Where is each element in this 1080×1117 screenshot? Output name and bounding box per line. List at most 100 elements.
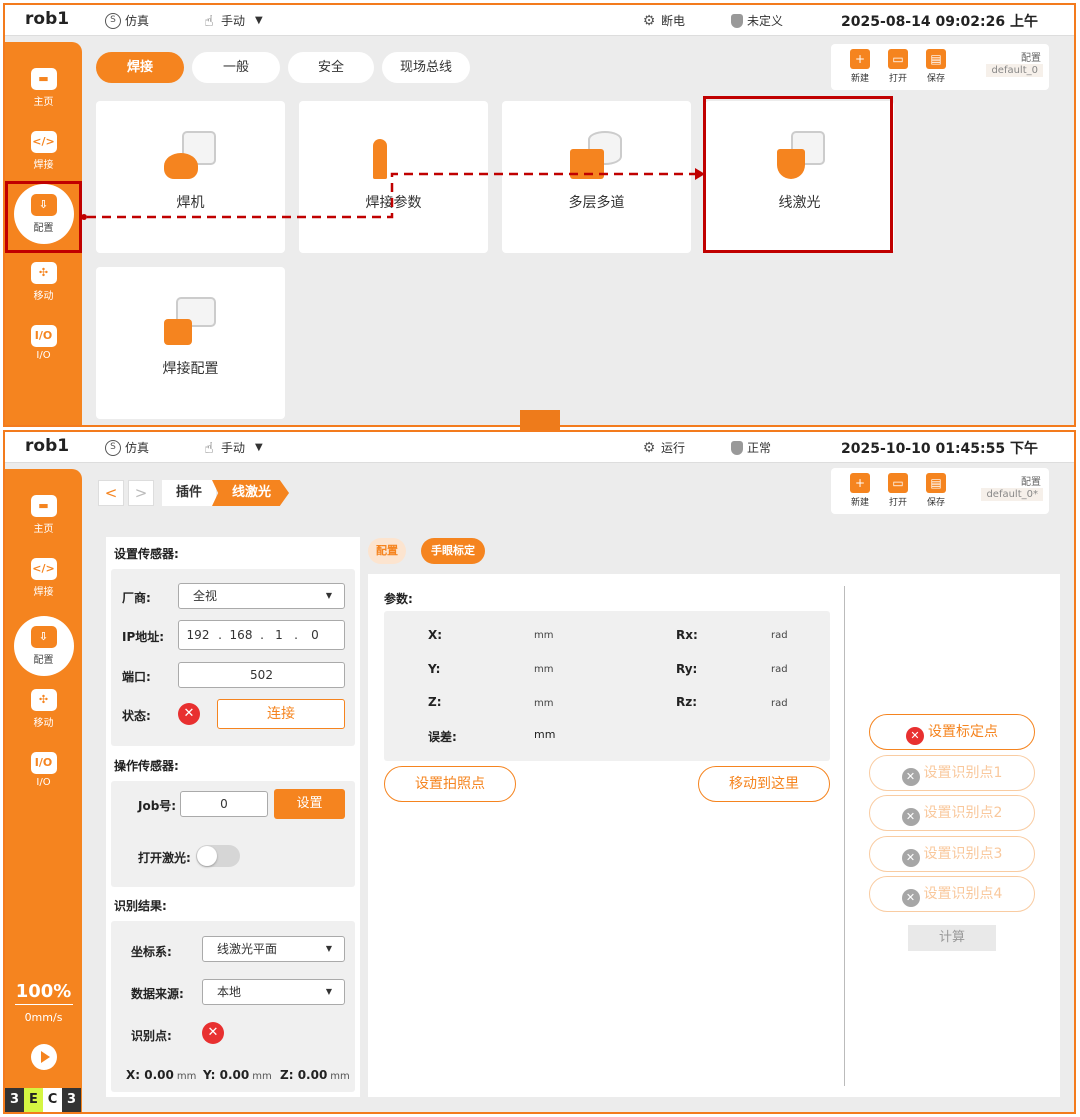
nav-label: 移动	[33, 718, 54, 729]
param-z-unit: mm	[534, 698, 554, 709]
nav-welding[interactable]: </> 焊接	[5, 129, 82, 189]
folder-icon: ▭	[888, 473, 908, 493]
run-label: 运行	[661, 441, 686, 455]
param-ry-unit: rad	[771, 664, 788, 675]
chevron-down-icon: ▼	[255, 442, 263, 453]
vendor-select[interactable]: 全视	[178, 583, 345, 609]
save-button[interactable]: ▤ 保存	[921, 473, 951, 508]
result-y: Y: 0.00 mm	[203, 1068, 272, 1082]
simulation-icon: S	[105, 12, 121, 29]
forward-button[interactable]: >	[128, 480, 154, 506]
nav-welding[interactable]: </> 焊接	[5, 556, 82, 616]
mode-label: 仿真	[125, 14, 150, 28]
ip-octet[interactable]: 1	[265, 628, 293, 642]
ip-octet[interactable]: 168	[223, 628, 259, 642]
error-label: 误差:	[428, 730, 457, 744]
ip-label: IP地址:	[122, 630, 165, 644]
set-photo-point-button[interactable]: 设置拍照点	[384, 766, 516, 802]
disconnected-icon: ✕	[178, 703, 200, 725]
simulation-icon: S	[105, 439, 121, 456]
robot-arm-icon: ⚙	[642, 439, 656, 456]
nav-move[interactable]: ✣ 移动	[5, 687, 82, 747]
nav-home[interactable]: ▬ 主页	[5, 66, 82, 126]
coord-frame-select[interactable]: 线激光平面	[202, 936, 345, 962]
set-recognition-point-3-button[interactable]: ✕ 设置识别点3	[869, 836, 1035, 872]
button-label: 设置识别点3	[923, 846, 1003, 862]
top-bar: rob1 S 仿真 ☝ 手动 ▼ ⚙ 断电 未定义 2025-08-14 09:…	[5, 5, 1074, 36]
param-x-unit: mm	[534, 630, 554, 641]
tab-hand-eye-calibration[interactable]: 手眼标定	[421, 538, 485, 564]
card-label: 多层多道	[568, 195, 625, 211]
power-status: ⚙ 断电	[641, 12, 685, 29]
axis-label: Y:	[203, 1068, 216, 1082]
new-button[interactable]: + 新建	[845, 473, 875, 508]
job-input[interactable]: 0	[180, 791, 268, 817]
nav-config[interactable]: ⇩ 配置	[5, 616, 82, 684]
port-label: 端口:	[122, 670, 151, 684]
config-label: 配置	[1021, 53, 1041, 64]
ip-octet[interactable]: 192	[179, 628, 217, 642]
safety-status: 正常	[731, 439, 771, 456]
params-group: X: mm Rx: rad Y: mm Ry: rad Z: mm Rz: ra…	[384, 611, 830, 761]
play-button[interactable]	[31, 1044, 57, 1070]
set-calibration-point-button[interactable]: ✕ 设置标定点	[869, 714, 1035, 750]
axis-label: X:	[126, 1068, 141, 1082]
laser-toggle[interactable]	[196, 845, 240, 867]
ip-octet[interactable]: 0	[299, 628, 331, 642]
save-button[interactable]: ▤ 保存	[921, 49, 951, 84]
port-input[interactable]: 502	[178, 662, 345, 688]
ip-address-input[interactable]: 192 . 168 . 1 . 0	[178, 620, 345, 650]
param-rz-label: Rz:	[676, 695, 698, 709]
nav-label: I/O	[36, 777, 51, 788]
hand-icon: ☝	[204, 11, 214, 30]
coord-frame-label: 坐标系:	[131, 945, 172, 959]
mode-indicator[interactable]: S 仿真	[105, 12, 149, 29]
open-button[interactable]: ▭ 打开	[883, 473, 913, 508]
move-here-button[interactable]: 移动到这里	[698, 766, 830, 802]
nav-io[interactable]: I/O I/O	[5, 750, 82, 810]
mode-indicator[interactable]: S 仿真	[105, 439, 149, 456]
control-mode-dropdown[interactable]: ☝ 手动 ▼	[201, 439, 263, 456]
card-weld-config[interactable]: 焊接配置	[96, 267, 285, 419]
button-label: 设置识别点2	[923, 805, 1003, 821]
multilayer-icon	[570, 131, 622, 179]
tab-general[interactable]: 一般	[192, 52, 280, 83]
param-rx-label: Rx:	[676, 628, 698, 642]
nav-home[interactable]: ▬ 主页	[5, 493, 82, 553]
tab-config[interactable]: 配置	[368, 538, 406, 564]
calculate-button[interactable]: 计算	[908, 925, 996, 951]
set-recognition-point-2-button[interactable]: ✕ 设置识别点2	[869, 795, 1035, 831]
param-rz-unit: rad	[771, 698, 788, 709]
error-icon: ✕	[901, 889, 920, 907]
data-source-select[interactable]: 本地	[202, 979, 345, 1005]
breadcrumb-parent[interactable]: 插件	[162, 480, 217, 506]
data-source-label: 数据来源:	[131, 987, 184, 1001]
nav-label: 配置	[33, 655, 54, 666]
result-group: 坐标系: 线激光平面 数据来源: 本地 识别点: ✕ X: 0.00mm Y: …	[111, 921, 355, 1092]
nav-move[interactable]: ✣ 移动	[5, 260, 82, 320]
set-recognition-point-4-button[interactable]: ✕ 设置识别点4	[869, 876, 1035, 912]
card-weld-params[interactable]: 焊接参数	[299, 101, 488, 253]
speed-indicator[interactable]: 100% 0mm/s	[5, 981, 82, 1024]
nav-io[interactable]: I/O I/O	[5, 323, 82, 383]
open-button[interactable]: ▭ 打开	[883, 49, 913, 84]
back-button[interactable]: <	[98, 480, 124, 506]
card-multilayer[interactable]: 多层多道	[502, 101, 691, 253]
home-icon: ▬	[30, 495, 57, 517]
tab-fieldbus[interactable]: 现场总线	[382, 52, 470, 83]
axis-value: 0.00	[297, 1068, 328, 1082]
tab-safety[interactable]: 安全	[288, 52, 374, 83]
ec-badge-char: 3	[5, 1088, 24, 1112]
error-icon: ✕	[901, 849, 920, 867]
connect-button[interactable]: 连接	[217, 699, 345, 729]
set-job-button[interactable]: 设置	[274, 789, 345, 819]
control-mode-dropdown[interactable]: ☝ 手动 ▼	[201, 11, 262, 30]
nav-label: 焊接	[33, 587, 54, 598]
config-tabs: 焊接 一般 安全 现场总线	[96, 52, 470, 83]
tab-welding[interactable]: 焊接	[96, 52, 184, 83]
new-button[interactable]: + 新建	[845, 49, 875, 84]
card-welder[interactable]: 焊机	[96, 101, 285, 253]
set-recognition-point-1-button[interactable]: ✕ 设置识别点1	[869, 755, 1035, 791]
code-icon: </>	[30, 558, 57, 580]
button-label: 设置标定点	[928, 724, 998, 740]
